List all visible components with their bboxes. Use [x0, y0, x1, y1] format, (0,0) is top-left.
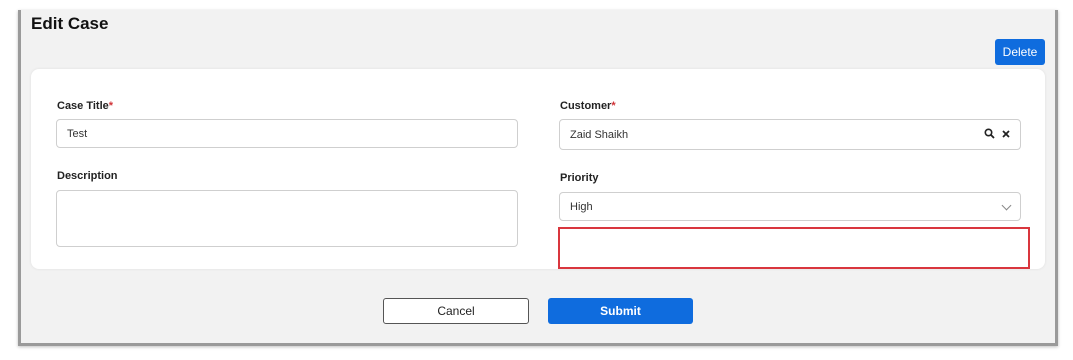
description-textarea[interactable]	[56, 190, 518, 247]
search-icon[interactable]	[984, 128, 995, 142]
required-marker: *	[108, 100, 114, 112]
case-title-input[interactable]: Test	[56, 119, 518, 148]
priority-value: High	[570, 200, 593, 213]
cancel-button[interactable]: Cancel	[383, 298, 529, 324]
app-window: Edit Case Delete Case Title* Test Descri…	[18, 10, 1058, 346]
delete-button[interactable]: Delete	[995, 39, 1045, 65]
priority-select[interactable]: High	[559, 192, 1021, 221]
description-label: Description	[57, 170, 118, 182]
priority-label: Priority	[560, 172, 599, 184]
case-title-label: Case Title*	[57, 100, 113, 112]
customer-label: Customer*	[560, 100, 616, 112]
page-title: Edit Case	[31, 14, 109, 33]
case-title-value: Test	[67, 127, 88, 140]
required-marker: *	[611, 100, 616, 112]
customer-value: Zaid Shaikh	[570, 128, 629, 141]
customer-lookup-input[interactable]: Zaid Shaikh	[559, 119, 1021, 150]
submit-button[interactable]: Submit	[548, 298, 693, 324]
case-title-label-text: Case Title	[57, 100, 109, 112]
highlight-box	[558, 227, 1030, 269]
close-icon[interactable]	[1001, 128, 1011, 142]
chevron-down-icon	[1001, 200, 1012, 211]
customer-label-text: Customer	[560, 100, 612, 112]
